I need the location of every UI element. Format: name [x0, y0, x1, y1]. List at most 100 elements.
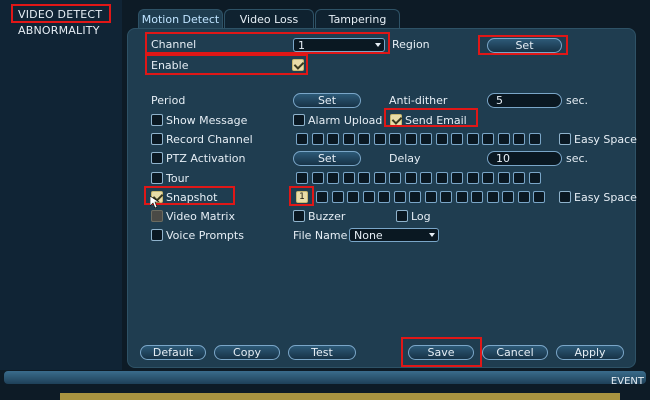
tab-video-loss[interactable]: Video Loss	[224, 9, 314, 28]
snapshot-channel-square[interactable]	[331, 191, 344, 203]
voice-prompts-checkbox[interactable]	[151, 229, 163, 241]
menu-item-abnormality[interactable]: ABNORMALITY	[18, 24, 100, 37]
event-label: EVENT	[610, 376, 644, 387]
snapshot-channel-square[interactable]	[455, 191, 468, 203]
log-checkbox[interactable]	[396, 210, 408, 222]
show-message-label: Show Message	[166, 114, 248, 127]
ptz-activation-label: PTZ Activation	[166, 152, 246, 165]
tour-channel-square[interactable]	[311, 172, 324, 184]
tour-channel-square[interactable]	[513, 172, 525, 184]
tour-channel-square[interactable]	[389, 172, 401, 184]
snapshot-channel-square[interactable]	[533, 191, 545, 203]
tour-channel-square[interactable]	[327, 172, 339, 184]
snapshot-channel-square[interactable]	[378, 191, 390, 203]
record-channel-square[interactable]	[389, 133, 401, 145]
video-matrix-label: Video Matrix	[166, 210, 235, 223]
snapshot-channel-square[interactable]	[424, 191, 437, 203]
record-easy-space-checkbox[interactable]	[559, 133, 571, 145]
snapshot-channel-square[interactable]	[316, 191, 328, 203]
highlight-enable	[145, 54, 308, 75]
snapshot-channel-square[interactable]	[409, 191, 421, 203]
snapshot-channel-square[interactable]	[517, 191, 530, 203]
chevron-down-icon	[429, 233, 435, 237]
alarm-upload-checkbox[interactable]	[293, 114, 305, 126]
record-channel-square[interactable]	[435, 133, 448, 145]
anti-dither-unit: sec.	[566, 94, 589, 107]
period-set-button[interactable]: Set	[293, 93, 361, 108]
snapshot-channel-square[interactable]	[393, 191, 406, 203]
mouse-pointer-icon	[150, 196, 160, 208]
anti-dither-label: Anti-dither	[389, 94, 448, 107]
tour-channel-square[interactable]	[296, 172, 308, 184]
record-channel-square[interactable]	[451, 133, 463, 145]
highlight-send-email	[384, 108, 478, 127]
video-matrix-checkbox[interactable]	[151, 210, 163, 222]
default-button[interactable]: Default	[140, 345, 206, 360]
record-channel-square[interactable]	[513, 133, 525, 145]
snapshot-easy-space-checkbox[interactable]	[559, 191, 571, 203]
snapshot-channel-square[interactable]	[362, 191, 375, 203]
record-channel-square[interactable]	[420, 133, 432, 145]
delay-label: Delay	[389, 152, 421, 165]
tour-channel-square[interactable]	[466, 172, 479, 184]
snapshot-easy-space-label: Easy Space	[574, 191, 637, 204]
highlight-channel	[145, 32, 390, 54]
record-channel-square[interactable]	[327, 133, 339, 145]
tour-channel-square[interactable]	[451, 172, 463, 184]
tour-channel-square[interactable]	[435, 172, 448, 184]
tour-checkbox[interactable]	[151, 172, 163, 184]
copy-button[interactable]: Copy	[214, 345, 280, 360]
snapshot-channel-square[interactable]	[486, 191, 499, 203]
show-message-checkbox[interactable]	[151, 114, 163, 126]
record-channel-square[interactable]	[373, 133, 386, 145]
tour-channel-square[interactable]	[482, 172, 494, 184]
tour-channel-square[interactable]	[404, 172, 417, 184]
snapshot-channel-square[interactable]	[347, 191, 359, 203]
highlight-snapshot-channel	[289, 186, 314, 206]
tour-channel-square[interactable]	[358, 172, 370, 184]
tab-tampering[interactable]: Tampering	[315, 9, 400, 28]
highlight-save	[401, 337, 482, 367]
file-name-label: File Name	[293, 229, 348, 242]
tour-channel-square[interactable]	[373, 172, 386, 184]
record-channel-square[interactable]	[296, 133, 308, 145]
bottom-scroll-bar[interactable]	[4, 371, 646, 384]
ptz-activation-checkbox[interactable]	[151, 152, 163, 164]
anti-dither-input[interactable]: 5	[487, 93, 562, 108]
tour-channel-square[interactable]	[342, 172, 355, 184]
highlight-video-detect	[11, 4, 111, 23]
tour-channel-square[interactable]	[420, 172, 432, 184]
log-label: Log	[411, 210, 431, 223]
ptz-set-button[interactable]: Set	[293, 151, 361, 166]
record-channel-square[interactable]	[342, 133, 355, 145]
test-button[interactable]: Test	[288, 345, 356, 360]
record-channel-square[interactable]	[466, 133, 479, 145]
tour-channel-square[interactable]	[528, 172, 541, 184]
snapshot-channel-square[interactable]	[471, 191, 483, 203]
snapshot-channel-square[interactable]	[502, 191, 514, 203]
file-name-select[interactable]: None	[349, 228, 439, 242]
buzzer-checkbox[interactable]	[293, 210, 305, 222]
file-name-value: None	[354, 228, 383, 242]
record-channel-square[interactable]	[404, 133, 417, 145]
highlight-region-set	[478, 35, 568, 55]
period-label: Period	[151, 94, 186, 107]
apply-button[interactable]: Apply	[556, 345, 624, 360]
tour-label: Tour	[166, 172, 190, 185]
record-easy-space-label: Easy Space	[574, 133, 637, 146]
record-channel-square[interactable]	[497, 133, 510, 145]
snapshot-channel-square[interactable]	[440, 191, 452, 203]
record-channel-square[interactable]	[528, 133, 541, 145]
record-channel-square[interactable]	[311, 133, 324, 145]
buzzer-label: Buzzer	[308, 210, 346, 223]
record-channel-square[interactable]	[482, 133, 494, 145]
cancel-button[interactable]: Cancel	[482, 345, 548, 360]
voice-prompts-label: Voice Prompts	[166, 229, 244, 242]
record-channel-checkbox[interactable]	[151, 133, 163, 145]
record-channel-square[interactable]	[358, 133, 370, 145]
tour-channel-square[interactable]	[497, 172, 510, 184]
bottom-strip	[60, 393, 620, 400]
record-channel-label: Record Channel	[166, 133, 253, 146]
delay-input[interactable]: 10	[487, 151, 562, 166]
tab-motion-detect[interactable]: Motion Detect	[138, 9, 223, 28]
